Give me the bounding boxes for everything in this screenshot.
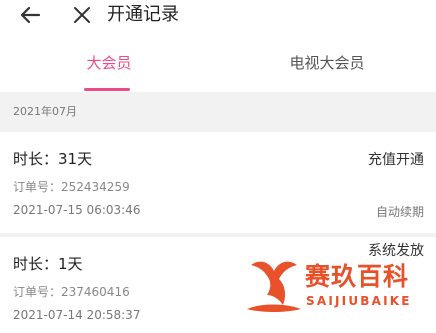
arrow-left-icon — [20, 6, 41, 24]
watermark-sub-text: SAIJIUBAIKE — [306, 294, 412, 308]
close-button[interactable] — [66, 1, 98, 29]
month-section-header: 2021年07月 — [0, 92, 436, 132]
record-timestamp: 2021-07-14 20:58:37 — [13, 308, 141, 322]
record-order-number: 订单号：252434259 — [13, 180, 130, 194]
watermark-brand-text: 赛玖百科 — [305, 262, 410, 291]
tab-tv-vip[interactable]: 电视大会员 — [218, 33, 436, 92]
header: 开通记录 — [0, 0, 436, 33]
record-duration: 时长：31天 — [13, 150, 93, 168]
month-label: 2021年07月 — [13, 105, 77, 118]
watermark: 赛玖百科 SAIJIUBAIKE — [245, 255, 436, 333]
record-timestamp: 2021-07-15 06:03:46 — [13, 203, 141, 217]
close-icon — [74, 7, 90, 23]
back-button[interactable] — [14, 1, 46, 29]
record-renewal-note: 自动续期 — [375, 205, 424, 219]
tab-bar: 大会员 电视大会员 — [0, 33, 436, 92]
active-tab-indicator — [84, 88, 130, 91]
record-type: 充值开通 — [368, 152, 424, 168]
record-duration: 时长：1天 — [13, 255, 83, 273]
vip-record-page: 开通记录 大会员 电视大会员 2021年07月 时长：31天 充值开通 订单号：… — [0, 0, 436, 333]
list-item[interactable]: 时长：31天 充值开通 订单号：252434259 2021-07-15 06:… — [0, 132, 436, 233]
page-title: 开通记录 — [107, 4, 179, 25]
record-order-number: 订单号：237460416 — [13, 285, 130, 299]
tab-vip[interactable]: 大会员 — [0, 33, 218, 92]
whale-tail-logo-icon — [247, 261, 301, 312]
